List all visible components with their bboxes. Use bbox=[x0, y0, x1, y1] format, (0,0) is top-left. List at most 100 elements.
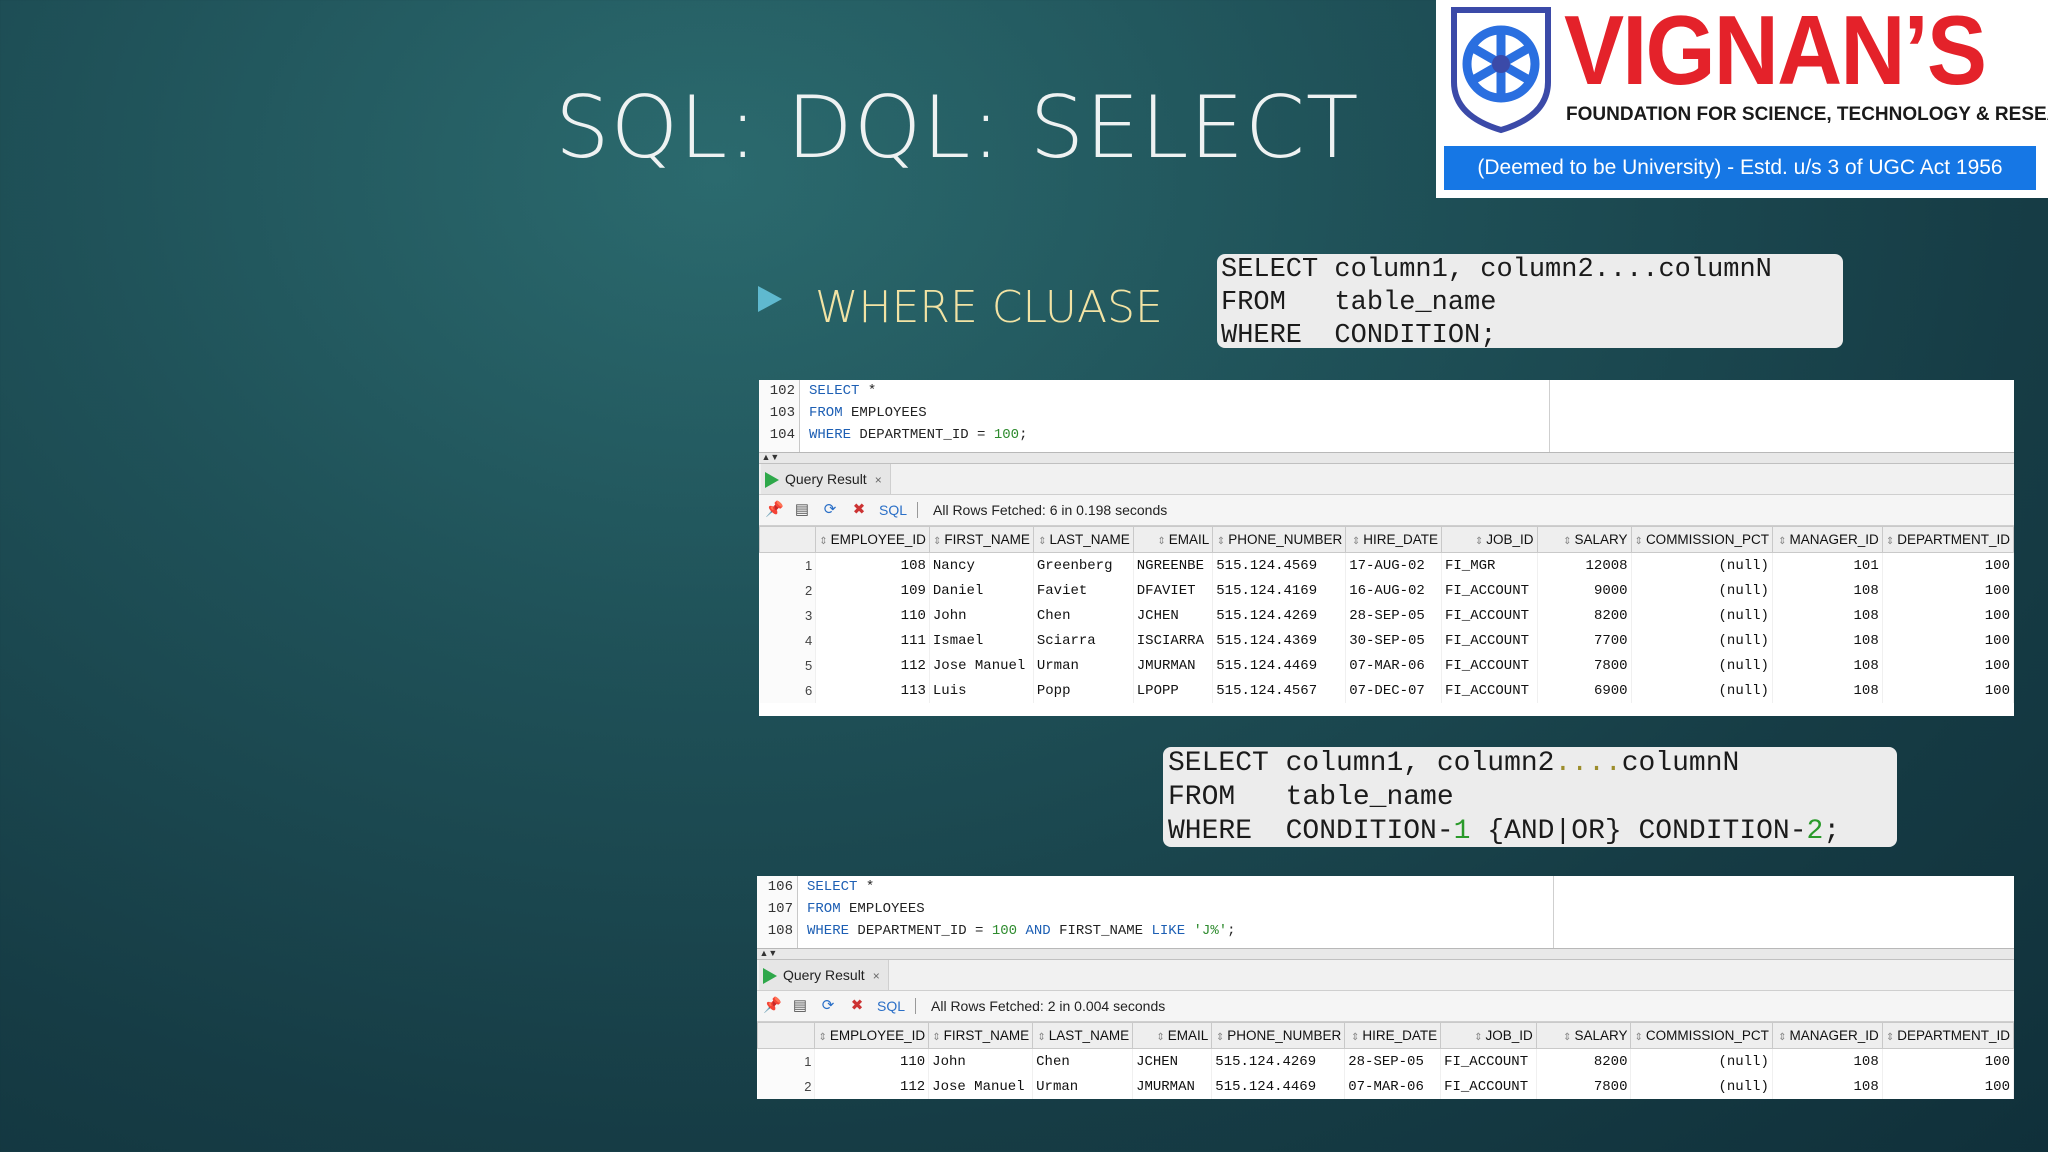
table-cell[interactable]: (null) bbox=[1631, 678, 1773, 703]
column-header[interactable]: ⇕ SALARY bbox=[1535, 1022, 1632, 1049]
table-cell[interactable]: JCHEN bbox=[1133, 603, 1214, 628]
column-header[interactable]: ⇕ HIRE_DATE bbox=[1345, 526, 1442, 553]
table-cell[interactable]: (null) bbox=[1631, 603, 1773, 628]
table-cell[interactable]: 100 bbox=[1882, 628, 2014, 653]
table-cell[interactable]: JCHEN bbox=[1132, 1048, 1213, 1074]
table-cell[interactable]: 7800 bbox=[1537, 653, 1632, 678]
column-header[interactable]: ⇕ SALARY bbox=[1536, 526, 1632, 553]
table-cell[interactable]: FI_ACCOUNT bbox=[1441, 603, 1538, 628]
table-cell[interactable]: 100 bbox=[1882, 552, 2014, 578]
table-cell[interactable]: 17-AUG-02 bbox=[1345, 552, 1442, 578]
table-cell[interactable]: 108 bbox=[1772, 603, 1883, 628]
table-cell[interactable]: DFAVIET bbox=[1133, 578, 1214, 603]
table-cell[interactable]: (null) bbox=[1631, 552, 1773, 578]
table-row[interactable]: 2 109 Daniel Faviet DFAVIET 515.124.4169 16-AU… bbox=[759, 578, 2014, 603]
table-cell[interactable]: 8200 bbox=[1536, 1048, 1632, 1074]
table-cell[interactable]: LPOPP bbox=[1133, 678, 1214, 703]
table-cell[interactable]: 6900 bbox=[1537, 678, 1632, 703]
table-cell[interactable]: 07-MAR-06 bbox=[1344, 1074, 1442, 1099]
column-header[interactable]: ⇕ EMAIL bbox=[1132, 1022, 1213, 1049]
print-icon[interactable]: ▤ bbox=[791, 997, 809, 1015]
splitter-handle[interactable]: ▲▼ bbox=[759, 453, 2014, 464]
table-cell[interactable]: 108 bbox=[1772, 578, 1883, 603]
table-cell[interactable]: 28-SEP-05 bbox=[1345, 603, 1442, 628]
table-cell[interactable]: 113 bbox=[815, 678, 930, 703]
column-header[interactable]: ⇕ JOB_ID bbox=[1440, 526, 1538, 553]
table-cell[interactable]: John bbox=[929, 603, 1034, 628]
table-cell[interactable]: 108 bbox=[1772, 653, 1883, 678]
refresh-icon[interactable]: ⟳ bbox=[821, 501, 839, 519]
table-cell[interactable]: FI_MGR bbox=[1441, 552, 1538, 578]
table-cell[interactable]: 515.124.4567 bbox=[1212, 678, 1347, 703]
table-cell[interactable]: Chen bbox=[1033, 603, 1134, 628]
column-header[interactable]: ⇕ PHONE_NUMBER bbox=[1212, 526, 1347, 553]
column-header[interactable]: ⇕ COMMISSION_PCT bbox=[1630, 1022, 1773, 1049]
tab-query-result[interactable]: Query Result × bbox=[759, 960, 889, 990]
table-row[interactable]: 1 110 John Chen JCHEN 515.124.4269 28-SEP-05 FI… bbox=[757, 1048, 2014, 1074]
table-cell[interactable]: NGREENBE bbox=[1133, 552, 1214, 578]
table-cell[interactable]: 108 bbox=[1772, 628, 1883, 653]
cancel-icon[interactable]: ✖ bbox=[848, 997, 866, 1015]
table-cell[interactable]: ISCIARRA bbox=[1133, 628, 1214, 653]
sql-button[interactable]: SQL bbox=[879, 495, 907, 525]
table-cell[interactable]: 9000 bbox=[1537, 578, 1632, 603]
table-cell[interactable]: 108 bbox=[1772, 1048, 1883, 1074]
sql-editor[interactable]: 102 SELECT * 103 FROM EMPLOYEES 104 WHERE D… bbox=[759, 380, 2014, 453]
column-header[interactable]: ⇕ HIRE_DATE bbox=[1344, 1022, 1442, 1049]
table-cell[interactable]: Nancy bbox=[929, 552, 1034, 578]
table-cell[interactable]: FI_ACCOUNT bbox=[1441, 628, 1538, 653]
table-cell[interactable]: 515.124.4369 bbox=[1212, 628, 1347, 653]
table-cell[interactable]: Luis bbox=[929, 678, 1034, 703]
column-header[interactable]: ⇕ LAST_NAME bbox=[1032, 526, 1134, 553]
table-cell[interactable]: Ismael bbox=[929, 628, 1034, 653]
close-icon[interactable]: × bbox=[875, 473, 882, 487]
table-cell[interactable]: (null) bbox=[1631, 653, 1773, 678]
table-cell[interactable]: 515.124.4169 bbox=[1212, 578, 1347, 603]
table-cell[interactable]: JMURMAN bbox=[1132, 1074, 1213, 1099]
table-cell[interactable]: FI_ACCOUNT bbox=[1441, 653, 1538, 678]
table-cell[interactable]: 16-AUG-02 bbox=[1345, 578, 1442, 603]
table-cell[interactable]: 100 bbox=[1882, 1074, 2014, 1099]
column-header[interactable]: ⇕ PHONE_NUMBER bbox=[1211, 1022, 1346, 1049]
column-header[interactable]: ⇕ MANAGER_ID bbox=[1771, 1022, 1883, 1049]
pin-icon[interactable]: 📌 bbox=[765, 501, 784, 519]
table-cell[interactable]: 7800 bbox=[1536, 1074, 1632, 1099]
table-cell[interactable]: (null) bbox=[1630, 1048, 1773, 1074]
pin-icon[interactable]: 📌 bbox=[763, 997, 782, 1015]
table-cell[interactable]: 515.124.4569 bbox=[1212, 552, 1347, 578]
table-cell[interactable]: Faviet bbox=[1033, 578, 1134, 603]
table-cell[interactable]: 112 bbox=[815, 653, 930, 678]
column-header[interactable]: ⇕ FIRST_NAME bbox=[928, 526, 1034, 553]
table-cell[interactable]: 07-DEC-07 bbox=[1345, 678, 1442, 703]
table-cell[interactable]: FI_ACCOUNT bbox=[1441, 678, 1538, 703]
table-cell[interactable]: Sciarra bbox=[1033, 628, 1134, 653]
table-cell[interactable]: Chen bbox=[1032, 1048, 1134, 1074]
sql-editor[interactable]: 106 SELECT * 107 FROM EMPLOYEES 108 WHERE D… bbox=[757, 876, 2014, 949]
table-row[interactable]: 5 112 Jose Manuel Urman JMURMAN 515.124.4469 0… bbox=[759, 653, 2014, 678]
table-cell[interactable]: FI_ACCOUNT bbox=[1441, 578, 1538, 603]
table-cell[interactable]: (null) bbox=[1631, 628, 1773, 653]
table-row[interactable]: 4 111 Ismael Sciarra ISCIARRA 515.124.4369 30-… bbox=[759, 628, 2014, 653]
table-cell[interactable]: 515.124.4469 bbox=[1212, 653, 1347, 678]
column-header[interactable]: ⇕ COMMISSION_PCT bbox=[1630, 526, 1773, 553]
column-header[interactable]: ⇕ MANAGER_ID bbox=[1771, 526, 1883, 553]
result-grid[interactable]: ⇕ EMPLOYEE_ID ⇕ FIRST_NAME ⇕ LAST_NAME ⇕ EMAIL ⇕… bbox=[757, 1022, 2014, 1099]
sql-button[interactable]: SQL bbox=[877, 991, 905, 1021]
table-row[interactable]: 2 112 Jose Manuel Urman JMURMAN 515.124.4469 0… bbox=[757, 1074, 2014, 1099]
table-cell[interactable]: Urman bbox=[1033, 653, 1134, 678]
cancel-icon[interactable]: ✖ bbox=[850, 501, 868, 519]
column-header[interactable]: ⇕ EMPLOYEE_ID bbox=[815, 526, 930, 553]
table-cell[interactable]: Popp bbox=[1033, 678, 1134, 703]
table-cell[interactable]: 7700 bbox=[1537, 628, 1632, 653]
table-cell[interactable]: Daniel bbox=[929, 578, 1034, 603]
table-cell[interactable]: Urman bbox=[1032, 1074, 1134, 1099]
table-cell[interactable]: 8200 bbox=[1537, 603, 1632, 628]
table-cell[interactable]: 110 bbox=[815, 603, 930, 628]
result-grid[interactable]: ⇕ EMPLOYEE_ID ⇕ FIRST_NAME ⇕ LAST_NAME ⇕ EMAIL ⇕… bbox=[759, 526, 2014, 703]
refresh-icon[interactable]: ⟳ bbox=[819, 997, 837, 1015]
table-cell[interactable]: FI_ACCOUNT bbox=[1440, 1074, 1537, 1099]
column-header[interactable]: ⇕ JOB_ID bbox=[1440, 1022, 1537, 1049]
table-cell[interactable]: 100 bbox=[1882, 578, 2014, 603]
table-cell[interactable]: 07-MAR-06 bbox=[1345, 653, 1442, 678]
table-cell[interactable]: 110 bbox=[814, 1048, 930, 1074]
